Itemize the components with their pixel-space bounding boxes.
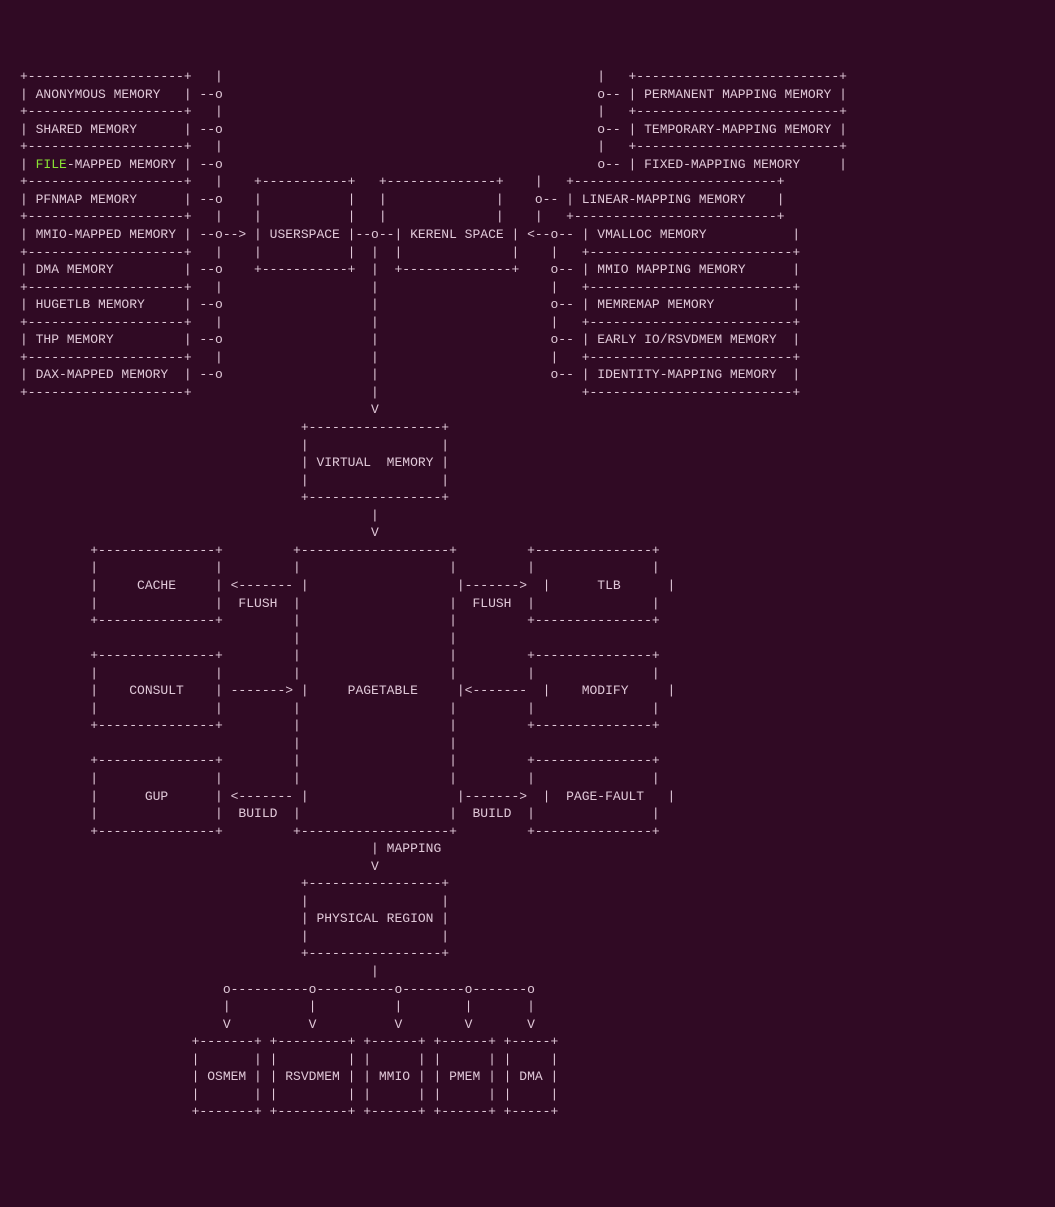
memory-architecture-diagram: +--------------------+ | | +------------…	[20, 68, 1035, 1121]
